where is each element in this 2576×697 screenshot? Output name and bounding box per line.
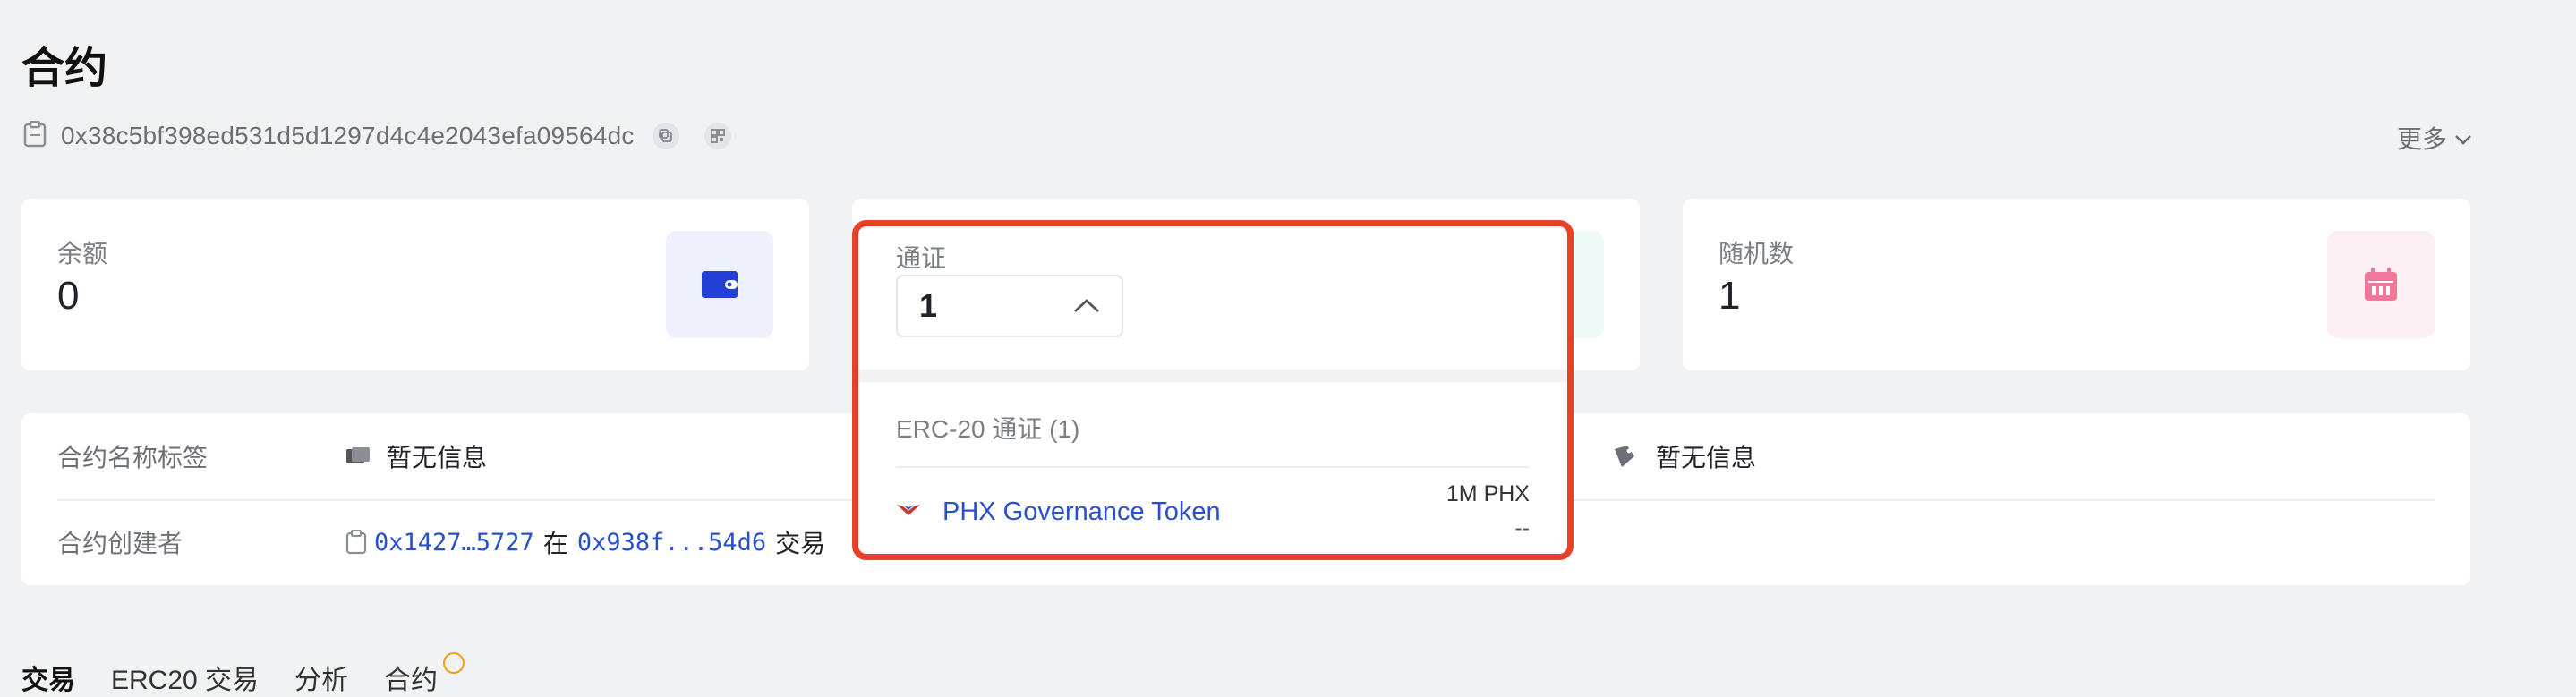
creator-tx-link[interactable]: 0x938f...54d6 bbox=[577, 529, 766, 557]
tab-analytics[interactable]: 分析 bbox=[294, 658, 348, 697]
token-dropdown: 通证 1 ERC-20 通证 (1) PHX Governance Token … bbox=[852, 220, 1574, 560]
group-divider bbox=[896, 466, 1530, 468]
chevron-up-icon bbox=[1073, 298, 1100, 314]
address-row: 0x38c5bf398ed531d5d1297d4c4e2043efa09564… bbox=[23, 120, 731, 152]
tab-bar: 交易 ERC20 交易 分析 合约 bbox=[21, 652, 465, 697]
creator-in-text: 在 bbox=[542, 530, 568, 557]
creator-doc-icon bbox=[345, 530, 367, 555]
tab-contract[interactable]: 合约 bbox=[384, 652, 465, 697]
copy-icon[interactable] bbox=[652, 123, 679, 149]
creator-address-link[interactable]: 0x1427…5727 bbox=[374, 529, 534, 557]
chevron-down-icon bbox=[2454, 123, 2472, 152]
token-label: 通证 bbox=[896, 244, 947, 272]
contract-doc-icon bbox=[23, 120, 47, 152]
name-tag-value: 暂无信息 bbox=[387, 444, 488, 472]
qrcode-icon[interactable] bbox=[704, 123, 731, 149]
balance-value: 0 bbox=[57, 274, 80, 318]
more-menu[interactable]: 更多 bbox=[2397, 120, 2472, 156]
token-value: -- bbox=[1514, 515, 1530, 540]
more-label: 更多 bbox=[2396, 125, 2447, 153]
token-amount: 1M PHX bbox=[1446, 481, 1530, 506]
warning-badge-icon bbox=[443, 652, 465, 674]
tab-contract-label: 合约 bbox=[384, 666, 439, 695]
balance-card: 余额 0 bbox=[21, 199, 809, 370]
nonce-value: 1 bbox=[1719, 274, 1741, 318]
token-name-link[interactable]: PHX Governance Token bbox=[943, 497, 1221, 527]
phx-token-icon bbox=[896, 503, 921, 517]
token-list-item[interactable]: PHX Governance Token 1M PHX -- bbox=[896, 481, 1530, 553]
creator-label: 合约创建者 bbox=[57, 530, 183, 557]
wallet-icon bbox=[666, 231, 773, 338]
calendar-icon bbox=[2327, 231, 2435, 338]
name-tag-label: 合约名称标签 bbox=[57, 444, 209, 472]
token-select[interactable]: 1 bbox=[896, 275, 1123, 337]
nonce-card: 随机数 1 bbox=[1683, 199, 2470, 370]
tab-erc20-transactions[interactable]: ERC20 交易 bbox=[111, 658, 259, 697]
tag-icon bbox=[345, 446, 371, 466]
balance-label: 余额 bbox=[57, 240, 108, 268]
token-select-value: 1 bbox=[919, 287, 938, 324]
nonce-label: 随机数 bbox=[1719, 240, 1795, 268]
page-title: 合约 bbox=[21, 45, 108, 92]
tab-transactions[interactable]: 交易 bbox=[21, 658, 75, 697]
right-info-value: 暂无信息 bbox=[1656, 444, 1757, 472]
creator-tx-suffix: 交易 bbox=[775, 530, 826, 557]
right-tag-icon bbox=[1611, 444, 1638, 469]
erc20-group-label: ERC-20 通证 (1) bbox=[896, 415, 1080, 443]
contract-address: 0x38c5bf398ed531d5d1297d4c4e2043efa09564… bbox=[61, 122, 635, 149]
dropdown-separator bbox=[858, 370, 1567, 382]
